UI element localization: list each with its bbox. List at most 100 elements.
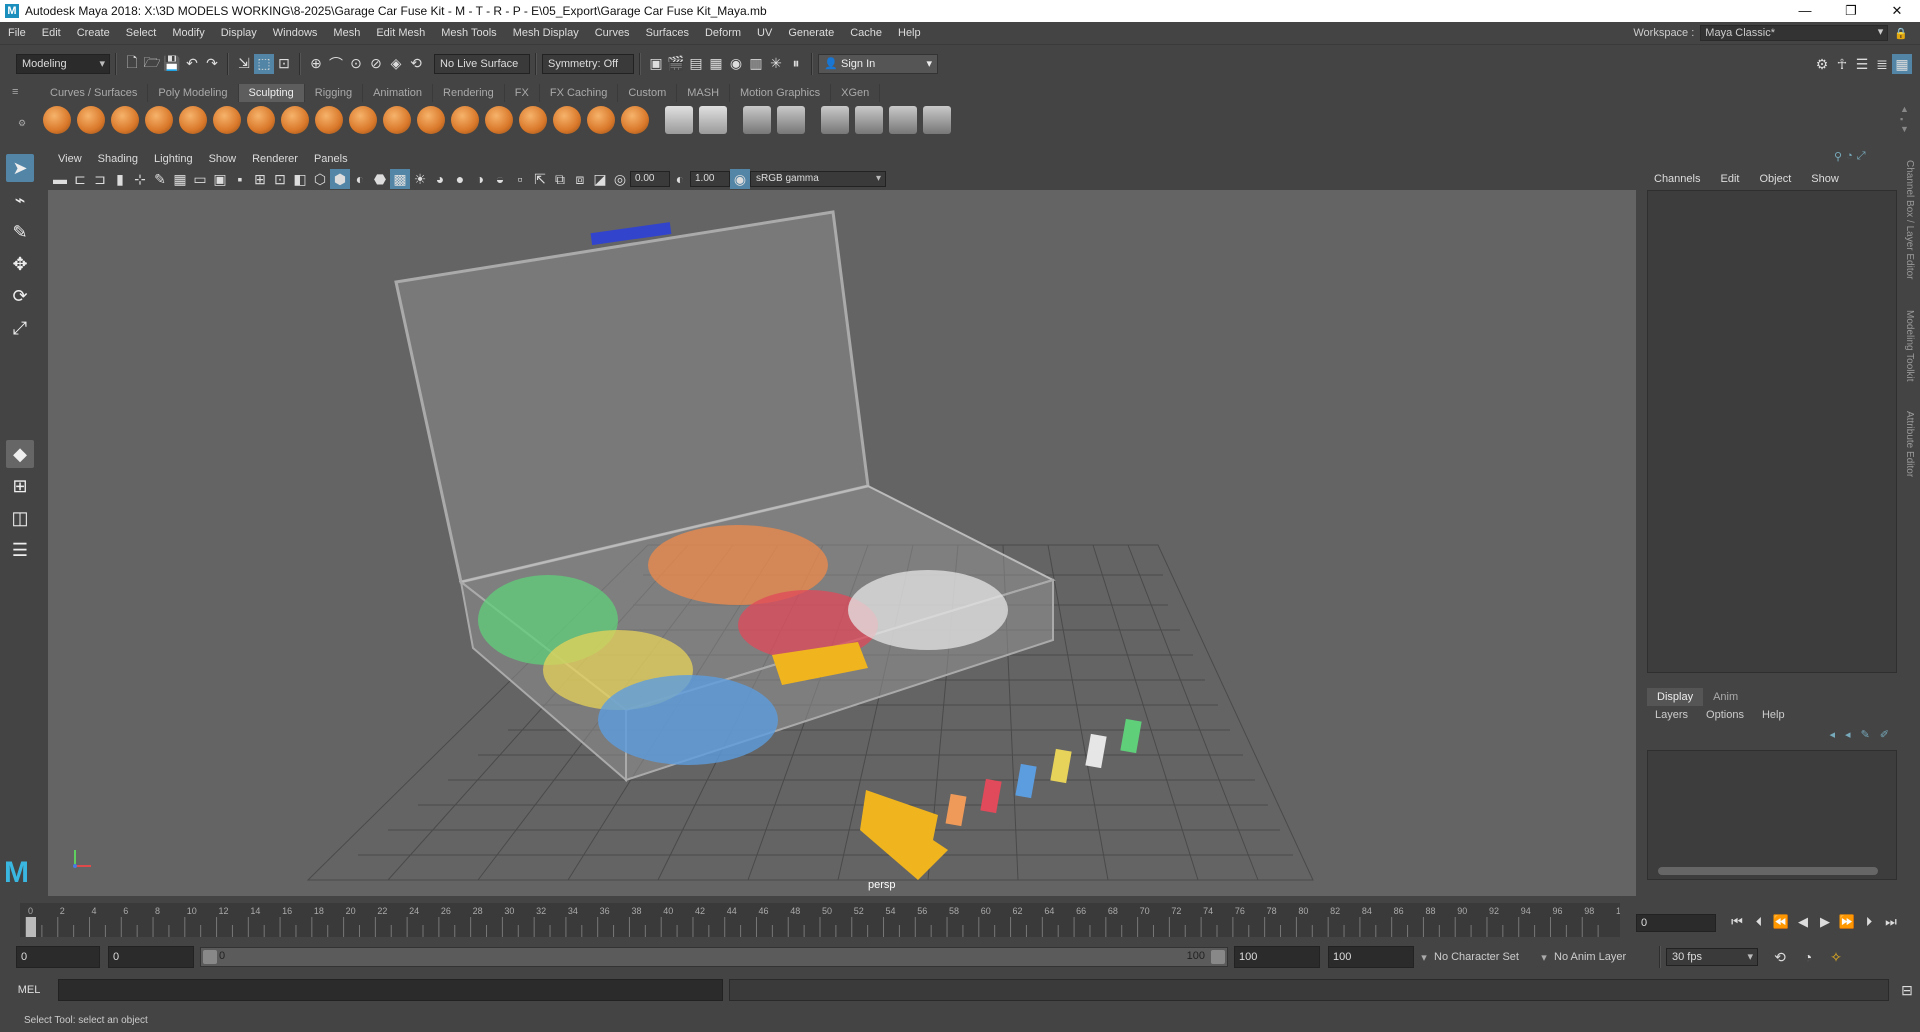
- shelf-menu-icon[interactable]: ≡: [12, 86, 18, 98]
- select-hierarchy-icon[interactable]: ⇲: [234, 54, 254, 74]
- smooth-tool-icon[interactable]: [77, 106, 105, 134]
- shelf-settings-icon[interactable]: ⚙: [18, 118, 26, 129]
- side-tab-attribute-editor[interactable]: Attribute Editor: [1904, 411, 1915, 477]
- viewport-persp[interactable]: persp: [48, 190, 1636, 896]
- anim-layer-label[interactable]: No Anim Layer: [1554, 951, 1654, 963]
- menu-cache[interactable]: Cache: [842, 22, 890, 44]
- menu-curves[interactable]: Curves: [587, 22, 638, 44]
- character-controls-icon[interactable]: ☥: [1832, 54, 1852, 74]
- menu-generate[interactable]: Generate: [780, 22, 842, 44]
- camera-bookmark-icon[interactable]: ⊏: [70, 169, 90, 189]
- shelf-tab-poly-modeling[interactable]: Poly Modeling: [148, 84, 239, 102]
- snap-view-icon[interactable]: ⊘: [366, 54, 386, 74]
- shelf-tab-fx-caching[interactable]: FX Caching: [540, 84, 619, 102]
- exposure-icon[interactable]: ◎: [610, 169, 630, 189]
- scene-start-field[interactable]: 0: [16, 946, 100, 968]
- close-button[interactable]: ✕: [1874, 0, 1920, 22]
- light-editor-icon[interactable]: ✳: [766, 54, 786, 74]
- pin-icon[interactable]: ⚲: [1834, 150, 1842, 163]
- menu-modify[interactable]: Modify: [164, 22, 212, 44]
- viewport-menu-lighting[interactable]: Lighting: [146, 150, 201, 168]
- backface-icon[interactable]: ◪: [590, 169, 610, 189]
- minimize-button[interactable]: —: [1782, 0, 1828, 22]
- character-set-label[interactable]: No Character Set: [1434, 951, 1534, 963]
- snap-surface-icon[interactable]: ◈: [386, 54, 406, 74]
- mask-eraser-icon[interactable]: [923, 106, 951, 134]
- step-back-key-icon[interactable]: ⏪: [1770, 914, 1792, 930]
- safe-title-icon[interactable]: ◧: [290, 169, 310, 189]
- step-back-icon[interactable]: ⏴: [1748, 914, 1770, 930]
- channel-box-icon[interactable]: ▦: [1892, 54, 1912, 74]
- viewport-menu-show[interactable]: Show: [201, 150, 245, 168]
- playback-start-field[interactable]: 0: [108, 946, 194, 968]
- knife-tool-icon[interactable]: [485, 106, 513, 134]
- motion-blur-icon[interactable]: ◑: [470, 169, 490, 189]
- menu-edit-mesh[interactable]: Edit Mesh: [368, 22, 433, 44]
- relax-tool-icon[interactable]: [111, 106, 139, 134]
- menu-surfaces[interactable]: Surfaces: [638, 22, 697, 44]
- character-set-arrow-icon[interactable]: ▾: [1414, 951, 1434, 964]
- menu-deform[interactable]: Deform: [697, 22, 749, 44]
- amplify-tool-icon[interactable]: [587, 106, 615, 134]
- move-layer-up-icon[interactable]: ◂: [1830, 728, 1836, 741]
- safe-action-icon[interactable]: ⊡: [270, 169, 290, 189]
- auto-key-icon[interactable]: ◔: [1798, 947, 1818, 967]
- sculpt-tool-icon[interactable]: [43, 106, 71, 134]
- lights-icon[interactable]: ☀: [410, 169, 430, 189]
- select-tool-icon[interactable]: ➤: [6, 154, 34, 182]
- paint-select-icon[interactable]: ✎: [6, 218, 34, 246]
- new-layer-selected-icon[interactable]: ✐: [1880, 728, 1889, 741]
- render-frame-icon[interactable]: 🎬: [666, 54, 686, 74]
- freeze-tool-icon[interactable]: [621, 106, 649, 134]
- attribute-editor-icon[interactable]: ☰: [1852, 54, 1872, 74]
- menu-mesh-display[interactable]: Mesh Display: [505, 22, 587, 44]
- go-to-start-icon[interactable]: ⏮: [1726, 914, 1748, 930]
- repeat-tool-icon[interactable]: [315, 106, 343, 134]
- anim-layer-arrow-icon[interactable]: ▾: [1534, 951, 1554, 964]
- resolution-gate-icon[interactable]: ▣: [210, 169, 230, 189]
- live-surface-field[interactable]: No Live Surface: [434, 53, 530, 74]
- film-gate-icon[interactable]: ▭: [190, 169, 210, 189]
- isolate-select-icon[interactable]: ⇱: [530, 169, 550, 189]
- shelf-tab-motion-graphics[interactable]: Motion Graphics: [730, 84, 832, 102]
- ipr-render-icon[interactable]: ▤: [686, 54, 706, 74]
- step-forward-key-icon[interactable]: ⏩: [1836, 914, 1858, 930]
- layer-menu-options[interactable]: Options: [1706, 709, 1744, 721]
- select-object-icon[interactable]: ⬚: [254, 53, 274, 74]
- xray-active-icon[interactable]: ⧈: [570, 169, 590, 189]
- side-tab-modeling-toolkit[interactable]: Modeling Toolkit: [1904, 310, 1915, 382]
- grid-toggle-icon[interactable]: ▦: [170, 169, 190, 189]
- viewport-menu-renderer[interactable]: Renderer: [244, 150, 306, 168]
- layer-scrollbar[interactable]: [1658, 867, 1878, 875]
- scrape-tool-icon[interactable]: [417, 106, 445, 134]
- gate-mask-icon[interactable]: ▪: [230, 169, 250, 189]
- camera-attributes-icon[interactable]: ▬: [50, 169, 70, 189]
- shelf-tab-custom[interactable]: Custom: [618, 84, 678, 102]
- float-icon[interactable]: ⤢: [1857, 150, 1866, 163]
- texture-deformer-icon[interactable]: [889, 106, 917, 134]
- shadows-icon[interactable]: ◕: [430, 169, 450, 189]
- foamy-tool-icon[interactable]: [247, 106, 275, 134]
- workspace-dropdown[interactable]: Maya Classic*: [1700, 25, 1889, 41]
- anti-alias-icon[interactable]: ◒: [490, 169, 510, 189]
- viewport-menu-shading[interactable]: Shading: [90, 150, 146, 168]
- render-settings-icon[interactable]: ▦: [706, 54, 726, 74]
- view-transform-dropdown[interactable]: sRGB gamma ▾: [750, 171, 886, 187]
- render-view-icon[interactable]: ▣: [646, 54, 666, 74]
- wireframe-icon[interactable]: ⬡: [310, 169, 330, 189]
- xray-joints-icon[interactable]: ⧉: [550, 169, 570, 189]
- time-slider[interactable]: 0 2 4 6 8 10 12 14 16 18 20 22 24 26 28 30 32 34 36 38 40 42 4…: [20, 903, 1620, 937]
- channel-box-body[interactable]: [1647, 190, 1897, 673]
- outliner-layout-icon[interactable]: ☰: [6, 536, 34, 564]
- single-view-icon[interactable]: ◆: [6, 440, 34, 468]
- snap-curve-icon[interactable]: ⌒: [326, 54, 346, 74]
- range-start-handle[interactable]: [203, 950, 217, 964]
- current-time-marker[interactable]: [26, 917, 36, 937]
- pause-icon[interactable]: ⏸: [786, 54, 806, 74]
- side-tab-channel-box[interactable]: Channel Box / Layer Editor: [1904, 160, 1915, 280]
- smooth-shade-icon[interactable]: ⬢: [330, 169, 350, 189]
- script-editor-icon[interactable]: ⊟: [1897, 980, 1917, 1000]
- depth-of-field-icon[interactable]: ▫: [510, 169, 530, 189]
- exposure-field[interactable]: 0.00: [630, 171, 670, 187]
- redo-icon[interactable]: ↷: [202, 54, 222, 74]
